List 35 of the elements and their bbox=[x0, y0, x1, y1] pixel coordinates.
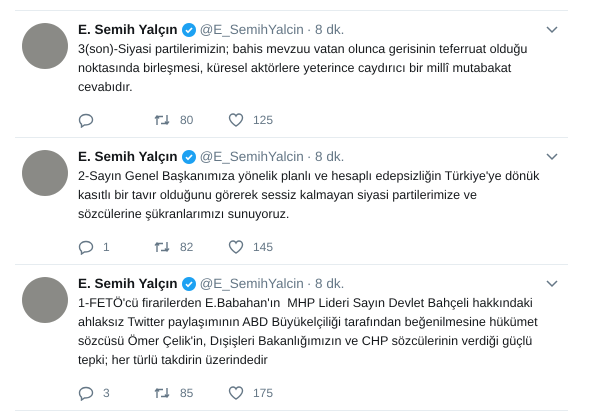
user-name[interactable]: E. Semih Yalçın bbox=[78, 21, 178, 39]
tweet-text: 2-Sayın Genel Başkanımıza yönelik planlı ve hesaplı edepsizliğin Türkiye'ye dönük kasıtlı bir tavır olduğunu görerek sessiz kalmayan siyasi partilerimize ve sözcülerine şükranlarımızı sunuyoruz. bbox=[78, 168, 540, 223]
avatar-photo[interactable] bbox=[22, 150, 68, 196]
heart-icon[interactable] bbox=[228, 112, 244, 128]
tweet-text: 1-FETÖ'cü firarilerden E.Babahan'ın MHP Lideri Sayın Devlet Bahçeli hakkındaki ahlaksız Twitter paylaşımının ABD Büyükelçiliği tarafından beğenilmesine hükümet sözcüsü Ömer Çelik'in, Dışişleri Bakanlığımızın ve CHP sözcülerinin verdiği güçlü tepki; her türlü takdirin üzerindedir bbox=[78, 295, 539, 369]
chevron-down-icon[interactable] bbox=[546, 153, 558, 161]
avatar-photo[interactable] bbox=[22, 277, 68, 323]
retweet-icon[interactable] bbox=[153, 385, 171, 401]
user-handle[interactable]: @E_SemihYalcin bbox=[200, 275, 304, 293]
user-handle[interactable]: @E_SemihYalcin bbox=[200, 148, 304, 166]
avatar-photo[interactable] bbox=[22, 23, 68, 69]
reply-count: 1 bbox=[103, 240, 110, 254]
retweet-icon[interactable] bbox=[153, 239, 171, 255]
chevron-down-icon[interactable] bbox=[546, 26, 558, 34]
reply-icon[interactable] bbox=[78, 385, 94, 401]
tweet-time[interactable]: · 8 dk. bbox=[306, 275, 344, 293]
tweet-time[interactable]: · 8 dk. bbox=[306, 21, 344, 39]
like-count: 175 bbox=[253, 386, 274, 400]
retweet-icon[interactable] bbox=[153, 112, 171, 128]
heart-icon[interactable] bbox=[228, 385, 244, 401]
retweet-count: 85 bbox=[180, 386, 194, 400]
user-name[interactable]: E. Semih Yalçın bbox=[78, 148, 178, 166]
tweet-text: 3(son)-Siyasi partilerimizin; bahis mevzuu vatan olunca gerisinin teferruat olduğu noktasında birleşmesi, küresel aktörlere yeterince caydırıcı bir millî mutabakat cevabıdır. bbox=[78, 41, 528, 96]
like-count: 145 bbox=[253, 240, 274, 254]
retweet-count: 82 bbox=[180, 240, 194, 254]
user-handle[interactable]: @E_SemihYalcin bbox=[200, 21, 304, 39]
reply-icon[interactable] bbox=[78, 239, 94, 255]
heart-icon[interactable] bbox=[228, 239, 244, 255]
reply-icon[interactable] bbox=[78, 112, 94, 128]
tweet-time[interactable]: · 8 dk. bbox=[306, 148, 344, 166]
reply-count: 3 bbox=[103, 386, 110, 400]
chevron-down-icon[interactable] bbox=[546, 280, 558, 288]
retweet-count: 80 bbox=[180, 113, 194, 127]
like-count: 125 bbox=[253, 113, 274, 127]
user-name[interactable]: E. Semih Yalçın bbox=[78, 275, 178, 293]
